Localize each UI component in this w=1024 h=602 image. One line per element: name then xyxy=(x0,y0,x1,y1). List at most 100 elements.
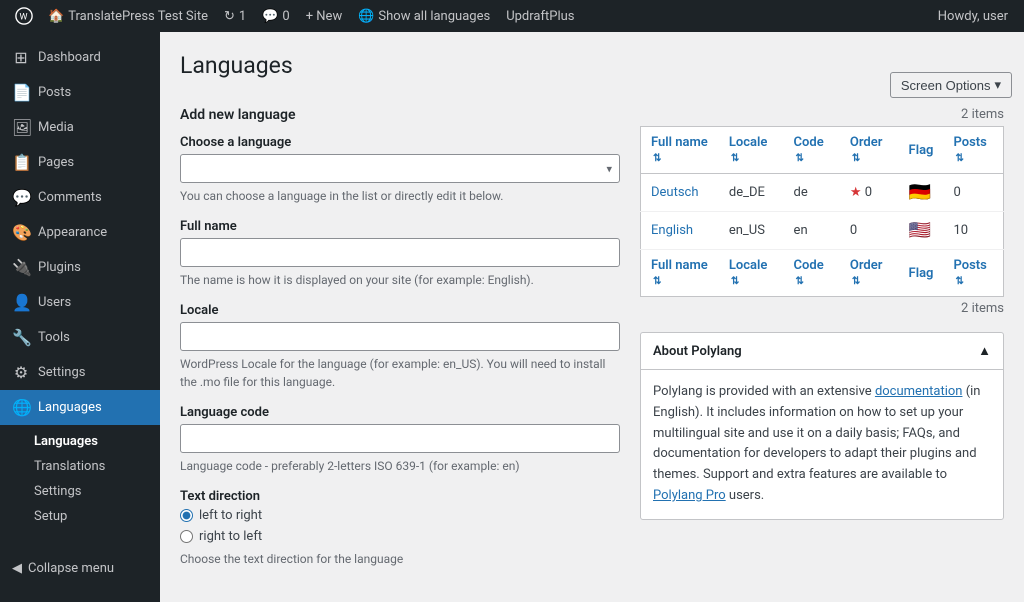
sidebar-item-label-comments: Comments xyxy=(38,190,102,205)
sort-icon-posts: ⇅ xyxy=(955,153,963,164)
sidebar-item-dashboard[interactable]: ⊞ Dashboard xyxy=(0,40,160,75)
lang-link-english[interactable]: English xyxy=(651,223,693,238)
col-full-name-label: Full name xyxy=(651,135,708,150)
sidebar-item-label-users: Users xyxy=(38,295,71,310)
media-icon: 🖼 xyxy=(12,118,30,137)
submenu-label-settings: Settings xyxy=(34,484,81,499)
sidebar-item-pages[interactable]: 📋 Pages xyxy=(0,145,160,180)
sort-icon-order: ⇅ xyxy=(852,153,860,164)
wp-logo[interactable]: W xyxy=(8,0,40,32)
choose-language-description: You can choose a language in the list or… xyxy=(180,187,620,205)
col-posts-foot[interactable]: Posts ⇅ xyxy=(943,250,1003,297)
full-name-description: The name is how it is displayed on your … xyxy=(180,271,620,289)
sidebar-item-label-media: Media xyxy=(38,120,74,135)
radio-rtl[interactable] xyxy=(180,530,193,543)
site-name: TranslatePress Test Site xyxy=(68,9,208,24)
screen-options-label: Screen Options xyxy=(901,78,991,93)
submenu-item-translations[interactable]: Translations xyxy=(0,454,160,479)
radio-ltr[interactable] xyxy=(180,509,193,522)
sidebar-item-tools[interactable]: 🔧 Tools xyxy=(0,320,160,355)
full-name-input[interactable] xyxy=(180,238,620,267)
language-code-field: Language code Language code - preferably… xyxy=(180,405,620,475)
language-code-input[interactable] xyxy=(180,424,620,453)
sidebar-item-comments[interactable]: 💬 Comments xyxy=(0,180,160,215)
pages-icon: 📋 xyxy=(12,153,30,172)
cell-flag-deutsch: 🇩🇪 xyxy=(899,174,944,212)
appearance-icon: 🎨 xyxy=(12,223,30,242)
col-locale-label: Locale xyxy=(729,135,768,150)
about-polylang-title: About Polylang xyxy=(653,344,742,359)
sidebar-item-label-appearance: Appearance xyxy=(38,225,107,240)
posts-icon: 📄 xyxy=(12,83,30,102)
tools-icon: 🔧 xyxy=(12,328,30,347)
collapse-menu-button[interactable]: ◀ Collapse menu xyxy=(0,553,160,584)
col-code-foot[interactable]: Code ⇅ xyxy=(784,250,840,297)
col-code[interactable]: Code ⇅ xyxy=(784,127,840,174)
screen-options-arrow-icon: ▾ xyxy=(994,77,1001,93)
col-locale-foot[interactable]: Locale ⇅ xyxy=(719,250,784,297)
col-posts[interactable]: Posts ⇅ xyxy=(943,127,1003,174)
cell-code-english: en xyxy=(784,212,840,250)
locale-input[interactable] xyxy=(180,322,620,351)
sidebar-item-label-languages: Languages xyxy=(38,400,102,415)
table-head: Full name ⇅ Locale ⇅ Code ⇅ xyxy=(641,127,1004,174)
radio-ltr-text: left to right xyxy=(199,508,262,523)
about-polylang-content: Polylang is provided with an extensive d… xyxy=(641,370,1003,519)
cell-order-english: 0 xyxy=(840,212,899,250)
adminbar-show-all-languages[interactable]: 🌐 Show all languages xyxy=(350,0,498,32)
about-polylang-header[interactable]: About Polylang ▲ xyxy=(641,333,1003,370)
submenu-item-languages[interactable]: Languages xyxy=(0,429,160,454)
svg-text:W: W xyxy=(20,13,28,23)
col-order-foot[interactable]: Order ⇅ xyxy=(840,250,899,297)
sidebar-item-media[interactable]: 🖼 Media xyxy=(0,110,160,145)
sidebar-item-plugins[interactable]: 🔌 Plugins xyxy=(0,250,160,285)
lang-link-deutsch[interactable]: Deutsch xyxy=(651,185,699,200)
cell-code-deutsch: de xyxy=(784,174,840,212)
cell-flag-english: 🇺🇸 xyxy=(899,212,944,250)
sidebar: ⊞ Dashboard 📄 Posts 🖼 Media 📋 Pages 💬 Co… xyxy=(0,32,160,602)
text-direction-label: Text direction xyxy=(180,489,620,504)
table-header-row: Full name ⇅ Locale ⇅ Code ⇅ xyxy=(641,127,1004,174)
radio-rtl-label[interactable]: right to left xyxy=(180,529,620,544)
cell-order-deutsch: ★ 0 xyxy=(840,174,899,212)
adminbar-comments[interactable]: 💬 0 xyxy=(254,0,298,32)
polylang-pro-link[interactable]: Polylang Pro xyxy=(653,488,726,503)
adminbar-site[interactable]: 🏠 TranslatePress Test Site xyxy=(40,0,216,32)
submenu-label-languages: Languages xyxy=(34,434,98,449)
sidebar-item-languages[interactable]: 🌐 Languages xyxy=(0,390,160,425)
submenu-label-translations: Translations xyxy=(34,459,105,474)
text-direction-field: Text direction left to right right to le… xyxy=(180,489,620,568)
sidebar-item-posts[interactable]: 📄 Posts xyxy=(0,75,160,110)
sidebar-item-settings[interactable]: ⚙ Settings xyxy=(0,355,160,390)
comments-count: 0 xyxy=(282,9,289,24)
order-value-deutsch: 0 xyxy=(865,185,872,200)
col-code-label: Code xyxy=(794,135,824,150)
dashboard-icon: ⊞ xyxy=(12,48,30,67)
col-full-name-foot[interactable]: Full name ⇅ xyxy=(641,250,719,297)
sidebar-item-users[interactable]: 👤 Users xyxy=(0,285,160,320)
collapse-menu-label: Collapse menu xyxy=(28,561,114,576)
cell-full-name-english: English xyxy=(641,212,719,250)
adminbar-howdy[interactable]: Howdy, user xyxy=(930,0,1016,32)
col-full-name[interactable]: Full name ⇅ xyxy=(641,127,719,174)
sort-icon-locale: ⇅ xyxy=(731,153,739,164)
users-icon: 👤 xyxy=(12,293,30,312)
screen-options-button[interactable]: Screen Options ▾ xyxy=(890,72,1012,98)
screen-options-btn[interactable]: Screen Options ▾ xyxy=(890,72,1012,98)
comments-nav-icon: 💬 xyxy=(12,188,30,207)
adminbar-new[interactable]: + New xyxy=(298,0,351,32)
sidebar-item-appearance[interactable]: 🎨 Appearance xyxy=(0,215,160,250)
adminbar-updraftplus[interactable]: UpdraftPlus xyxy=(498,0,582,32)
choose-language-select[interactable] xyxy=(180,154,620,183)
items-count-bottom: 2 items xyxy=(640,301,1004,316)
submenu-item-lang-settings[interactable]: Settings xyxy=(0,479,160,504)
choose-language-label: Choose a language xyxy=(180,135,620,150)
adminbar-updates[interactable]: ↻ 1 xyxy=(216,0,254,32)
submenu-label-setup: Setup xyxy=(34,509,67,524)
radio-ltr-label[interactable]: left to right xyxy=(180,508,620,523)
col-order-foot-label: Order xyxy=(850,258,883,273)
col-order[interactable]: Order ⇅ xyxy=(840,127,899,174)
col-locale[interactable]: Locale ⇅ xyxy=(719,127,784,174)
submenu-item-setup[interactable]: Setup xyxy=(0,504,160,529)
documentation-link[interactable]: documentation xyxy=(875,384,963,399)
